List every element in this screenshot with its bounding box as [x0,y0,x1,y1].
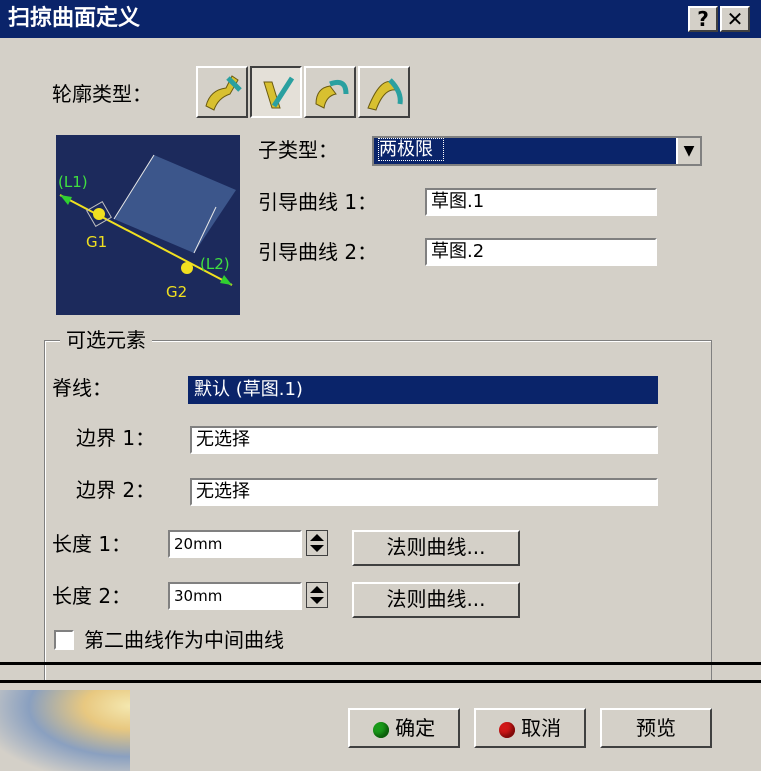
separator-line [0,662,761,665]
boundary-2-label: 边界 2： [76,478,156,502]
law-curve-1-button[interactable]: 法则曲线... [352,530,520,566]
sweep-preview-image: (L1) G1 (L2) G2 [56,135,240,315]
spine-field[interactable]: 默认 (草图.1) [188,376,658,404]
law-curve-2-button[interactable]: 法则曲线... [352,582,520,618]
guide-curve-2-label: 引导曲线 2： [258,240,378,264]
boundary-1-field[interactable]: 无选择 [190,426,658,454]
length-1-label: 长度 1： [52,532,132,556]
ok-label: 确定 [395,716,436,740]
cancel-button[interactable]: 取消 [474,708,586,748]
window-title: 扫掠曲面定义 [8,6,141,31]
chevron-down-icon[interactable]: ▼ [676,138,700,164]
profile-circle-button[interactable] [304,66,356,118]
guide-curve-1-field[interactable]: 草图.1 [425,188,657,216]
length-1-input[interactable]: 20mm [168,530,302,558]
profile-line-button[interactable] [250,66,302,118]
guide-curve-2-field[interactable]: 草图.2 [425,238,657,266]
middle-curve-label: 第二曲线作为中间曲线 [84,628,284,652]
length-2-input[interactable]: 30mm [168,582,302,610]
preview-button[interactable]: 预览 [600,708,712,748]
length-2-label: 长度 2： [52,584,132,608]
profile-circle-icon [315,79,349,109]
profile-explicit-button[interactable] [196,66,248,118]
logo-decoration [0,690,130,771]
profile-conic-button[interactable] [358,66,410,118]
optional-elements-legend: 可选元素 [60,326,152,354]
subtype-dropdown[interactable]: 两极限 ▼ [372,136,702,166]
subtype-value: 两极限 [378,138,444,161]
profile-type-label: 轮廓类型： [52,82,152,106]
close-button[interactable]: ✕ [720,6,750,32]
subtype-label: 子类型： [258,138,338,162]
length-1-spinner[interactable] [306,530,328,556]
profile-conic-icon [367,78,403,111]
middle-curve-checkbox[interactable] [54,630,74,650]
length-2-spinner[interactable] [306,582,328,608]
boundary-1-label: 边界 1： [76,426,156,450]
cancel-label: 取消 [521,716,562,740]
guide-curve-1-label: 引导曲线 1： [258,190,378,214]
profile-line-icon [263,76,295,109]
boundary-2-field[interactable]: 无选择 [190,478,658,506]
l1-label: (L1) [58,173,88,191]
ok-icon [372,721,389,738]
spine-label: 脊线： [52,376,112,400]
g1-label: G1 [86,233,107,251]
l2-label: (L2) [200,255,230,273]
profile-explicit-icon [205,75,242,111]
cancel-icon [498,721,515,738]
help-button[interactable]: ? [688,6,718,32]
title-bar[interactable]: 扫掠曲面定义 ? ✕ [0,0,761,38]
ok-button[interactable]: 确定 [348,708,460,748]
g2-label: G2 [166,283,187,301]
